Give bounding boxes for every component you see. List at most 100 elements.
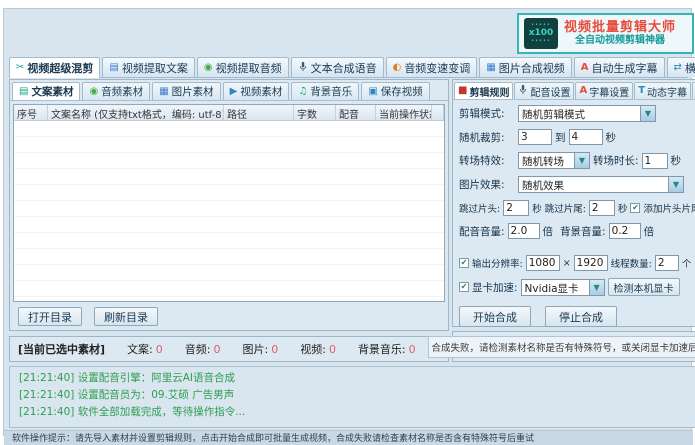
table-body[interactable] — [14, 121, 444, 301]
dropdown-arrow-icon: ▼ — [589, 280, 604, 295]
material-table: 序号 文案名称 (仅支持txt格式，编码: utf-8) 路径 字数 配音 当前… — [13, 104, 445, 302]
col-name: 文案名称 (仅支持txt格式，编码: utf-8) — [48, 105, 224, 120]
tab-label: 音频素材 — [101, 84, 143, 99]
resolution-row: 输出分辨率: × 线程数量: 个 — [459, 255, 689, 271]
tab-audio-speed[interactable]: ◐音频变速变调 — [386, 57, 478, 77]
tab-image-material[interactable]: ▦图片素材 — [152, 82, 220, 100]
col-status: 当前操作状态 — [376, 105, 432, 120]
log-line: [21:21:40] 设置配音引擎：阿里云AI语音合成 — [19, 370, 686, 387]
tab-video-material[interactable]: ▶视频素材 — [223, 82, 290, 100]
resolution-height-input[interactable] — [574, 255, 608, 271]
resolution-width-input[interactable] — [526, 255, 560, 271]
stop-compose-button[interactable]: 停止合成 — [545, 306, 617, 327]
seconds-label: 秒 — [606, 130, 617, 145]
app-subtitle: 全自动视频剪辑神器 — [564, 35, 676, 47]
bg-volume-input[interactable] — [609, 223, 641, 239]
clock-icon: ◐ — [393, 63, 402, 73]
tab-text-material[interactable]: ▤文案素材 — [12, 82, 80, 100]
main-tab-bar: ✂视频超级混剪 ▤视频提取文案 ◉视频提取音频 文本合成语音 ◐音频变速变调 ▦… — [9, 57, 688, 78]
tab-clip-rules[interactable]: ■剪辑规则 — [454, 82, 513, 99]
tab-label: 文本合成语音 — [311, 60, 377, 76]
add-intro-outro-checkbox[interactable] — [630, 203, 640, 213]
image-icon: ▦ — [486, 63, 495, 73]
settings-panel: ■剪辑规则 配音设置 A字幕设置 T动态字幕 素材目录 剪辑模式: 随机剪辑模式… — [452, 79, 695, 327]
tab-save-video[interactable]: ▣ 保存视频 — [361, 82, 429, 100]
save-icon: ▣ — [368, 87, 377, 97]
log-area[interactable]: [21:21:40] 设置配音引擎：阿里云AI语音合成 [21:21:40] 设… — [9, 366, 695, 428]
tab-orientation-convert[interactable]: ⇄横屏竖屏转换 — [667, 57, 695, 77]
gpu-select[interactable]: Nvidia显卡▼ — [521, 279, 605, 296]
transition-duration-label: 转场时长: — [593, 153, 639, 168]
tab-label: 图片素材 — [172, 84, 214, 99]
tab-audio-material[interactable]: ◉音频素材 — [82, 82, 150, 100]
tab-auto-subtitle[interactable]: A自动生成字幕 — [574, 57, 665, 77]
add-intro-outro-label: 添加片头片尾 — [643, 201, 695, 215]
material-tab-bar: ▤文案素材 ◉音频素材 ▦图片素材 ▶视频素材 ♫背景音乐 ▣ 保存视频 — [10, 80, 448, 101]
refresh-dir-button[interactable]: 刷新目录 — [94, 307, 158, 326]
logo-text: 视频批量剪辑大师 全自动视频剪辑神器 — [564, 20, 676, 47]
image-effect-select[interactable]: 随机效果▼ — [518, 176, 684, 193]
random-cut-min-input[interactable] — [518, 129, 552, 145]
thread-count-label: 线程数量: — [611, 256, 652, 270]
table-header: 序号 文案名称 (仅支持txt格式，编码: utf-8) 路径 字数 配音 当前… — [14, 105, 444, 121]
seconds-label: 秒 — [618, 201, 628, 215]
transition-select[interactable]: 随机转场▼ — [518, 152, 590, 169]
random-cut-max-input[interactable] — [569, 129, 603, 145]
select-value: 随机转场 — [519, 153, 574, 168]
tab-label: 动态字幕 — [647, 84, 687, 99]
tab-background-music[interactable]: ♫背景音乐 — [291, 82, 359, 100]
clip-mode-select[interactable]: 随机剪辑模式▼ — [518, 105, 656, 122]
selection-text-count: 文案:0 — [127, 341, 163, 357]
footer-notice: 软件操作提示：请先导入素材并设置剪辑规则，点击开始合成即可批量生成视频，合成失败… — [4, 430, 693, 445]
log-line: [21:21:40] 设置配音员为：09.艾硕 广告男声 — [19, 387, 686, 404]
select-value: 随机剪辑模式 — [519, 106, 640, 121]
seconds-label: 秒 — [671, 153, 682, 168]
compose-buttons: 开始合成 停止合成 — [459, 306, 689, 327]
tab-label: 视频超级混剪 — [27, 60, 93, 76]
app-title: 视频批量剪辑大师 — [564, 20, 676, 35]
tab-image-to-video[interactable]: ▦图片合成视频 — [479, 57, 571, 77]
film-holes-bottom: ••••• — [531, 39, 551, 44]
selection-status-bar: [当前已选中素材] 文案:0 音频:0 图片:0 视频:0 背景音乐:0 — [9, 336, 449, 362]
transition-row: 转场特效: 随机转场▼ 转场时长: 秒 — [459, 152, 689, 169]
tab-voice-settings[interactable]: 配音设置 — [514, 82, 574, 99]
start-compose-button[interactable]: 开始合成 — [459, 306, 531, 327]
film-icon: ■ — [458, 86, 467, 96]
tab-label: 横屏竖屏转换 — [685, 60, 695, 76]
tab-label: 视频提取文案 — [122, 60, 188, 76]
tab-text-to-speech[interactable]: 文本合成语音 — [291, 57, 384, 77]
image-effect-row: 图片效果: 随机效果▼ — [459, 176, 689, 193]
detect-gpu-button[interactable]: 检测本机显卡 — [608, 278, 680, 296]
tab-subtitle-settings[interactable]: A字幕设置 — [575, 82, 633, 99]
tab-label: 字幕设置 — [589, 84, 629, 99]
col-wordcount: 字数 — [294, 105, 336, 120]
skip-head-label: 跳过片头: — [459, 201, 500, 215]
status-message-box: 合成失败，请检测素材名称是否有特殊符号，或关闭显卡加速后重试 — [452, 331, 695, 362]
unit-label: 个 — [682, 256, 692, 270]
status-message: 合成失败，请检测素材名称是否有特殊符号，或关闭显卡加速后重试 — [428, 336, 695, 358]
tab-dynamic-subtitle[interactable]: T动态字幕 — [634, 82, 691, 99]
tab-label: 自动生成字幕 — [592, 60, 658, 76]
volume-row: 配音音量: 倍 背景音量: 倍 — [459, 223, 689, 239]
voice-volume-input[interactable] — [508, 223, 540, 239]
select-value: Nvidia显卡 — [522, 280, 589, 295]
microphone-icon — [298, 61, 308, 75]
document-icon: ▤ — [19, 87, 28, 97]
gpu-accel-label: 显卡加速: — [472, 280, 518, 295]
app-logo: ••••• x100 ••••• 视频批量剪辑大师 全自动视频剪辑神器 — [517, 13, 694, 54]
open-dir-button[interactable]: 打开目录 — [18, 307, 82, 326]
output-resolution-checkbox[interactable] — [459, 258, 469, 268]
transition-duration-input[interactable] — [642, 153, 668, 169]
gpu-accel-checkbox[interactable] — [459, 282, 469, 292]
tab-video-mix[interactable]: ✂视频超级混剪 — [9, 57, 100, 78]
log-line: [21:21:40] 软件全部加载完成，等待操作指令... — [19, 404, 686, 421]
tab-extract-audio[interactable]: ◉视频提取音频 — [197, 57, 289, 77]
thread-count-input[interactable] — [655, 255, 679, 271]
tab-label: 配音设置 — [530, 84, 570, 99]
skip-tail-input[interactable] — [589, 200, 615, 216]
film-strip-icon: ••••• x100 ••••• — [524, 18, 558, 49]
skip-head-input[interactable] — [503, 200, 529, 216]
tab-extract-text[interactable]: ▤视频提取文案 — [102, 57, 194, 77]
tab-label: 剪辑规则 — [469, 84, 509, 99]
tab-label: 保存视频 — [381, 84, 423, 99]
